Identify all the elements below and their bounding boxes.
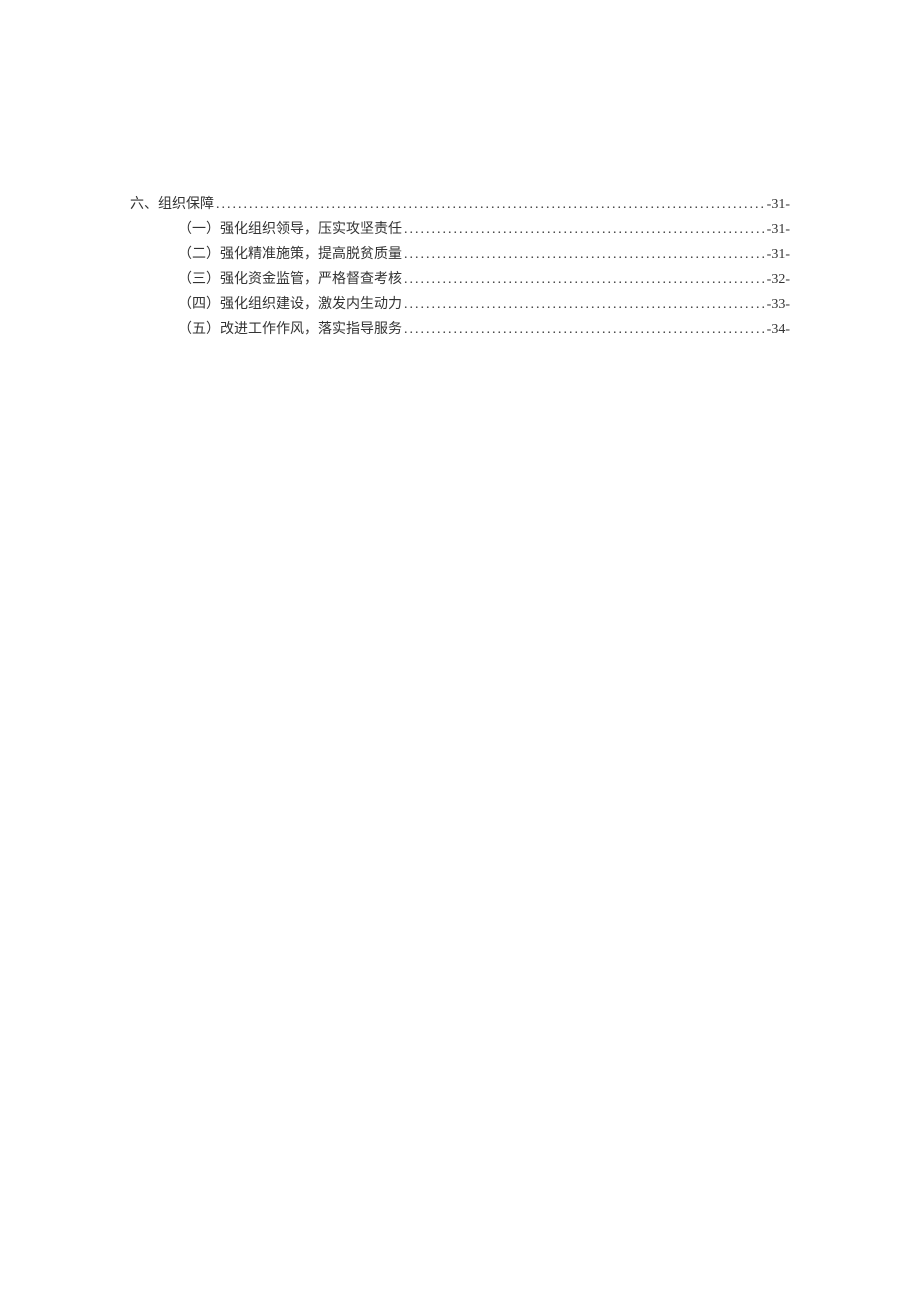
toc-entry: （五）改进工作作风，落实指导服务 -34- bbox=[130, 317, 790, 342]
toc-entry-dots bbox=[404, 267, 765, 292]
toc-entry-label: （三）强化资金监管，严格督查考核 bbox=[178, 267, 402, 292]
toc-entry: （一）强化组织领导，压实攻坚责任 -31- bbox=[130, 217, 790, 242]
toc-entry-label: （二）强化精准施策，提高脱贫质量 bbox=[178, 242, 402, 267]
toc-entry-dots bbox=[404, 292, 765, 317]
toc-entry: （三）强化资金监管，严格督查考核 -32- bbox=[130, 267, 790, 292]
toc-entry-dots bbox=[216, 192, 765, 217]
toc-entry-dots bbox=[404, 317, 765, 342]
toc-entry: 六、组织保障 -31- bbox=[130, 192, 790, 217]
toc-entry-label: （四）强化组织建设，激发内生动力 bbox=[178, 292, 402, 317]
toc-entry-page: -32- bbox=[767, 267, 790, 292]
toc-entry-page: -34- bbox=[767, 317, 790, 342]
toc-section: 六、组织保障 -31- （一）强化组织领导，压实攻坚责任 -31- （二）强化精… bbox=[130, 192, 790, 342]
toc-entry-dots bbox=[404, 242, 765, 267]
toc-entry: （二）强化精准施策，提高脱贫质量 -31- bbox=[130, 242, 790, 267]
toc-entry: （四）强化组织建设，激发内生动力 -33- bbox=[130, 292, 790, 317]
toc-entry-label: （一）强化组织领导，压实攻坚责任 bbox=[178, 217, 402, 242]
toc-entry-page: -33- bbox=[767, 292, 790, 317]
toc-entry-label: （五）改进工作作风，落实指导服务 bbox=[178, 317, 402, 342]
toc-entry-page: -31- bbox=[767, 217, 790, 242]
toc-entry-page: -31- bbox=[767, 242, 790, 267]
toc-entry-label: 六、组织保障 bbox=[130, 192, 214, 217]
toc-entry-page: -31- bbox=[767, 192, 790, 217]
toc-entry-dots bbox=[404, 217, 765, 242]
